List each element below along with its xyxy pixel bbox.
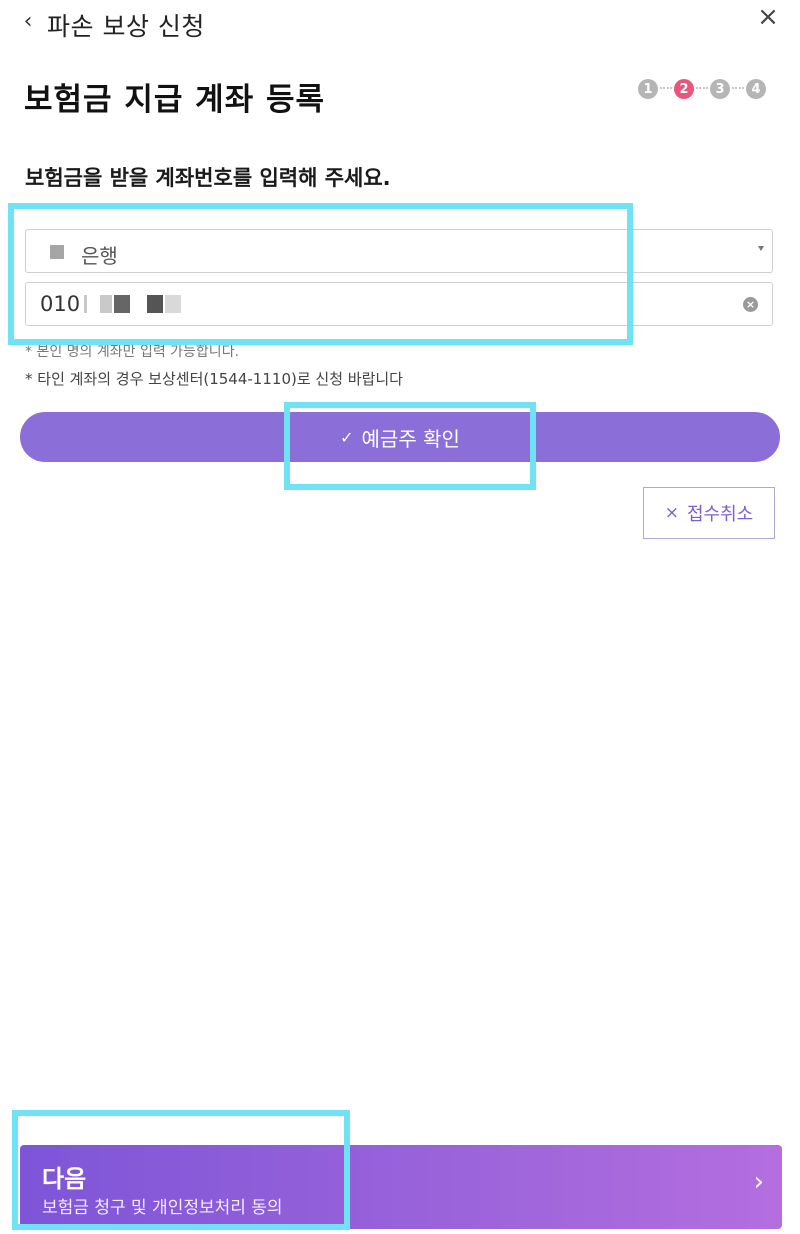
chevron-right-icon: › xyxy=(753,1167,764,1197)
cancel-application-button[interactable]: × 접수취소 xyxy=(643,487,775,539)
caret-down-icon xyxy=(758,246,764,251)
step-connector xyxy=(696,87,708,91)
check-icon: ✓ xyxy=(340,427,354,447)
step-2-active: 2 xyxy=(674,79,694,99)
account-number-input[interactable]: 010 × xyxy=(25,282,773,326)
next-button[interactable]: 다음 보험금 청구 및 개인정보처리 동의 › xyxy=(20,1145,782,1229)
cancel-application-label: 접수취소 xyxy=(687,504,754,525)
step-1: 1 xyxy=(638,79,658,99)
account-mask xyxy=(165,295,181,313)
account-mask xyxy=(84,295,87,313)
account-mask xyxy=(147,295,163,313)
step-connector xyxy=(660,87,672,91)
confirm-depositor-label: 예금주 확인 xyxy=(361,426,460,451)
bank-select[interactable]: 은행 xyxy=(25,229,773,273)
note-other-account: * 타인 계좌의 경우 보상센터(1544-1110)로 신청 바랍니다 xyxy=(25,370,403,388)
step-3: 3 xyxy=(710,79,730,99)
close-small-icon: × xyxy=(664,503,679,523)
clear-icon[interactable]: × xyxy=(743,297,758,312)
next-subtitle: 보험금 청구 및 개인정보처리 동의 xyxy=(42,1198,283,1218)
account-mask xyxy=(100,295,112,313)
header-title: 파손 보상 신청 xyxy=(47,12,205,41)
note-own-account: * 본인 명의 계좌만 입력 가능합니다. xyxy=(25,344,240,360)
page-title: 보험금 지급 계좌 등록 xyxy=(24,82,326,118)
confirm-depositor-button[interactable]: ✓ 예금주 확인 xyxy=(20,412,780,462)
close-icon[interactable]: × xyxy=(754,3,782,31)
bank-select-value: 은행 xyxy=(81,244,118,268)
next-title: 다음 xyxy=(42,1165,87,1193)
step-indicator: 1 2 3 4 xyxy=(638,78,766,100)
step-4: 4 xyxy=(746,79,766,99)
account-number-value: 010 xyxy=(40,292,81,316)
instruction-text: 보험금을 받을 계좌번호를 입력해 주세요. xyxy=(25,166,391,190)
step-connector xyxy=(732,87,744,91)
back-icon[interactable]: ‹ xyxy=(18,8,38,36)
account-mask xyxy=(114,295,130,313)
bank-name-mask xyxy=(50,245,64,259)
